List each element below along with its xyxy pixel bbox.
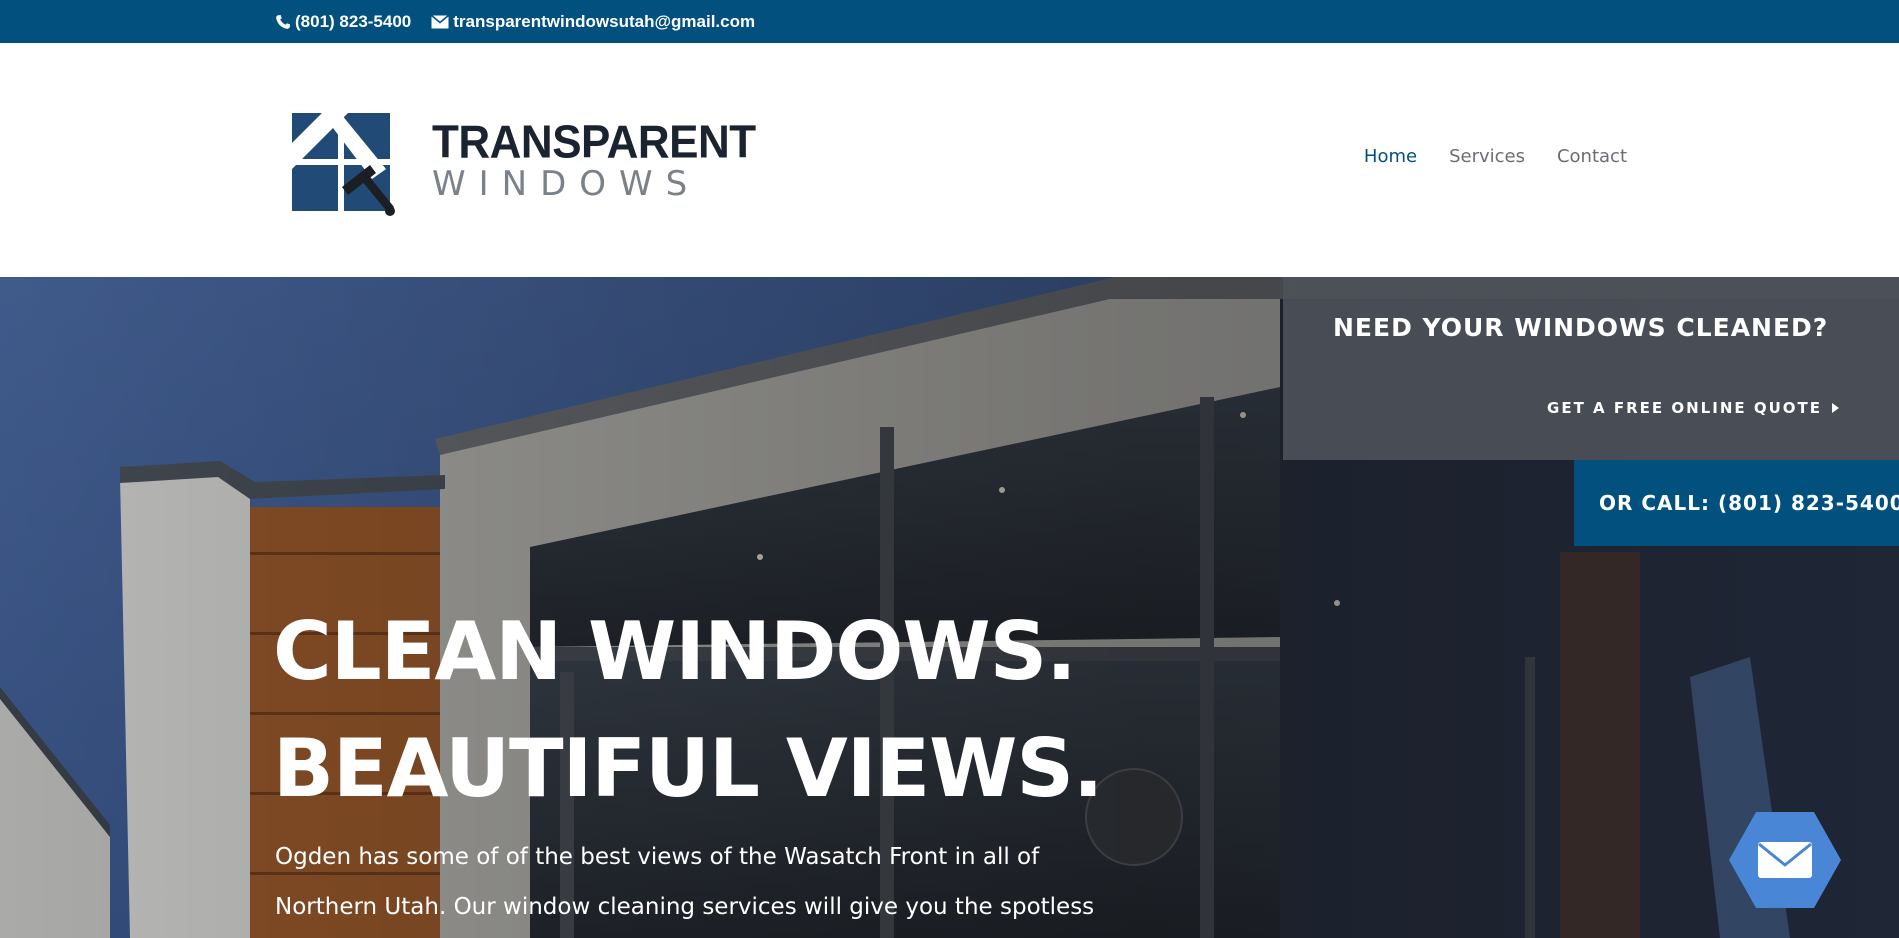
hero-body-text: Ogden has some of of the best views of t… [275,844,1095,920]
phone-icon [276,14,290,29]
top-contact-bar-inner: (801) 823-5400 transparentwindowsutah@gm… [275,0,775,43]
free-quote-link-label: GET A FREE ONLINE QUOTE [1547,399,1822,417]
call-button[interactable]: OR CALL: (801) 823-5400 [1574,460,1899,546]
contact-fab-button[interactable] [1728,810,1842,910]
main-nav: Home Services Contact [1364,146,1627,167]
site-logo[interactable]: TRANSPARENT WINDOWS [290,103,756,219]
call-button-label: OR CALL: (801) 823-5400 [1599,491,1899,515]
hero-headline: CLEAN WINDOWS. BEAUTIFUL VIEWS. [273,593,1103,827]
topbar-phone-text: (801) 823-5400 [295,11,412,31]
site-header: TRANSPARENT WINDOWS Home Services Contac… [0,43,1899,277]
quote-panel-title: NEED YOUR WINDOWS CLEANED? [1333,313,1829,342]
hexagon-background [1729,812,1841,908]
nav-item-contact[interactable]: Contact [1557,146,1627,167]
topbar-phone-link[interactable]: (801) 823-5400 [275,12,411,32]
logo-line-1: TRANSPARENT [432,116,756,169]
logo-wordmark: TRANSPARENT WINDOWS [432,116,756,204]
envelope-icon [1758,842,1812,878]
topbar-email-text: transparentwindowsutah@gmail.com [453,11,756,31]
logo-line-2: WINDOWS [432,164,701,204]
hero-headline-line-1: CLEAN WINDOWS. [273,605,1077,698]
window-squeegee-logo-icon [292,103,395,216]
hero-section: NEED YOUR WINDOWS CLEANED? GET A FREE ON… [0,277,1899,938]
hero-headline-line-2: BEAUTIFUL VIEWS. [273,722,1103,815]
topbar-email-link[interactable]: transparentwindowsutah@gmail.com [431,12,755,32]
envelope-icon [431,14,450,28]
nav-item-home[interactable]: Home [1364,146,1417,167]
caret-right-icon [1832,403,1839,413]
free-quote-link[interactable]: GET A FREE ONLINE QUOTE [1547,399,1839,417]
nav-item-services[interactable]: Services [1449,146,1525,167]
top-contact-bar: (801) 823-5400 transparentwindowsutah@gm… [0,0,1899,43]
quote-panel: NEED YOUR WINDOWS CLEANED? GET A FREE ON… [1283,277,1899,460]
